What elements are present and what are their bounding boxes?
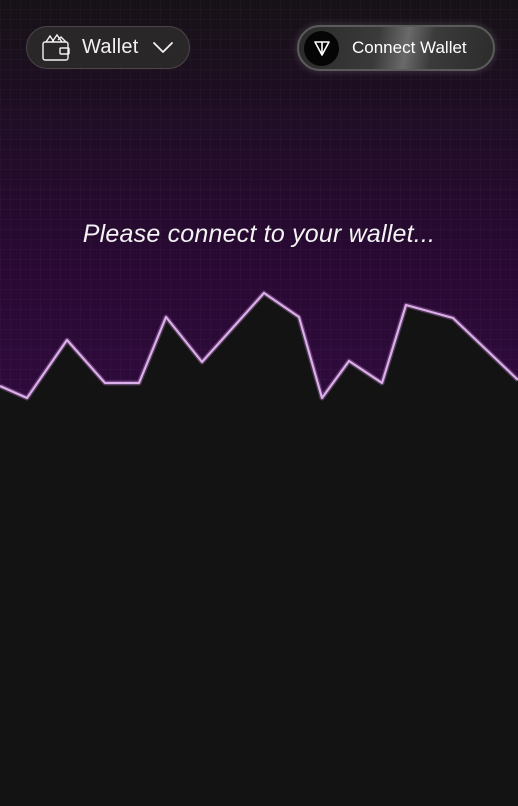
app-screen: Wallet Connect Wallet Please connect to … (0, 0, 518, 806)
connect-prompt-message: Please connect to your wallet... (82, 220, 436, 248)
connect-wallet-label: Connect Wallet (352, 38, 467, 57)
mountain-line-graphic (0, 290, 518, 806)
ton-logo-icon (304, 30, 339, 66)
wallet-dropdown[interactable]: Wallet (26, 26, 190, 69)
connect-wallet-button[interactable]: Connect Wallet (297, 25, 495, 71)
wallet-dropdown-label: Wallet (82, 36, 139, 58)
wallet-icon (41, 33, 71, 63)
chevron-down-icon (152, 37, 174, 59)
